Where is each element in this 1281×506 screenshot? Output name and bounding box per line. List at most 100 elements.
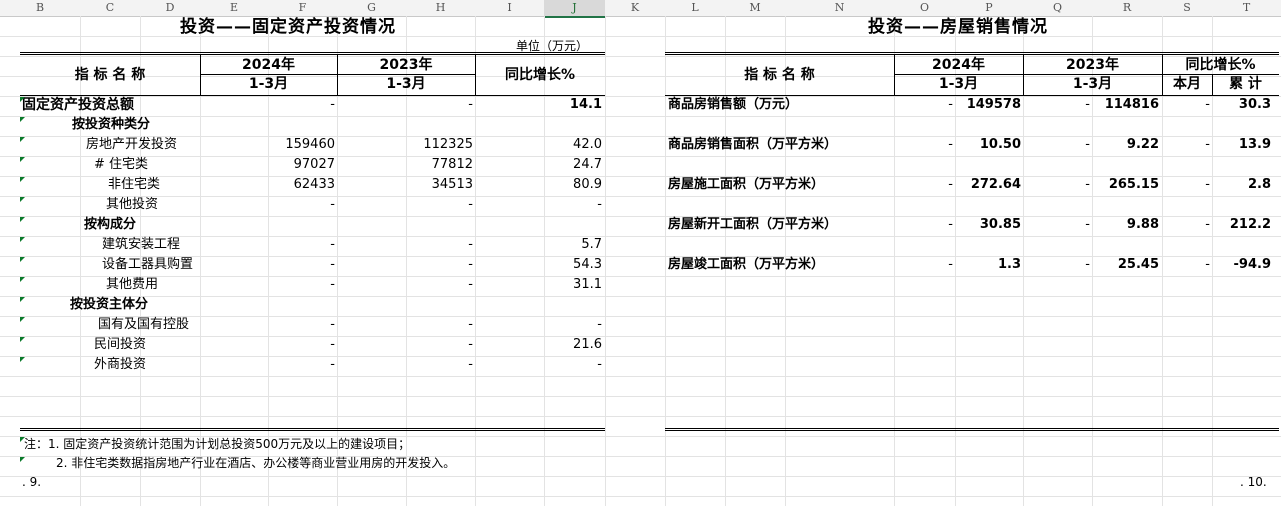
column-header-f[interactable]: F (268, 0, 337, 17)
left-row-label: 设备工器具购置 (102, 257, 194, 272)
left-row-2023: - (468, 97, 473, 112)
left-table-title: 投资——固定资产投资情况 (180, 17, 396, 37)
error-indicator-icon (20, 157, 25, 162)
left-header-2024-period: 1-3月 (248, 76, 289, 92)
left-row-2024: - (330, 197, 335, 212)
left-row-label: 国有及国有控股 (98, 317, 190, 332)
grid-vline (80, 16, 81, 506)
column-header-n[interactable]: N (785, 0, 894, 17)
grid-hline (0, 416, 1281, 417)
right-row-2024-month: - (948, 257, 953, 272)
left-row-label: 按投资种类分 (72, 117, 151, 132)
column-header-e[interactable]: E (200, 0, 268, 17)
left-row-growth: 42.0 (573, 137, 602, 152)
right-header-month: 本月 (1173, 76, 1201, 92)
left-row-2023: - (468, 237, 473, 252)
error-indicator-icon (20, 317, 25, 322)
left-row-2023: - (468, 337, 473, 352)
right-row-2024-month: - (948, 97, 953, 112)
left-row-label: 房地产开发投资 (86, 137, 178, 152)
column-header-m[interactable]: M (725, 0, 785, 17)
left-row-label: 外商投资 (94, 357, 147, 372)
right-header-top-rule (665, 52, 1279, 55)
left-row-growth: 31.1 (573, 277, 602, 292)
left-row-2024: 159460 (285, 137, 335, 152)
column-header-b[interactable]: B (0, 0, 80, 17)
spreadsheet-grid[interactable]: BCDEFGHIJKLMNOPQRST 投资——固定资产投资情况 单位（万元） … (0, 0, 1281, 506)
right-row-2024-cumulative: 10.50 (979, 137, 1021, 152)
column-header-t[interactable]: T (1212, 0, 1281, 17)
column-header-j[interactable]: J (544, 0, 605, 18)
right-row-2024-month: - (948, 177, 953, 192)
left-row-2024: - (330, 237, 335, 252)
grid-hline (0, 156, 1281, 157)
column-header-l[interactable]: L (665, 0, 725, 17)
left-row-2024: 62433 (293, 177, 335, 192)
column-header-d[interactable]: D (140, 0, 200, 17)
grid-hline (0, 356, 1281, 357)
left-row-growth: - (597, 357, 602, 372)
grid-vline (665, 16, 666, 506)
left-row-2023: - (468, 197, 473, 212)
left-row-label: # 住宅类 (94, 157, 149, 172)
error-indicator-icon (20, 177, 25, 182)
right-row-2024-cumulative: 1.3 (997, 257, 1021, 272)
grid-hline (0, 276, 1281, 277)
right-row-2023-month: - (1085, 257, 1090, 272)
error-indicator-icon (20, 257, 25, 262)
grid-hline (0, 236, 1281, 237)
right-row-2023-cumulative: 9.88 (1126, 217, 1159, 232)
right-row-2024-month: - (948, 137, 953, 152)
right-row-2024-cumulative: 149578 (966, 97, 1021, 112)
left-row-2023: - (468, 257, 473, 272)
right-row-2023-cumulative: 9.22 (1126, 137, 1159, 152)
left-header-top-rule (20, 52, 605, 55)
column-header-s[interactable]: S (1162, 0, 1212, 17)
error-indicator-icon (20, 457, 25, 462)
error-indicator-icon (20, 197, 25, 202)
right-row-growth-cumulative: -94.9 (1233, 257, 1271, 272)
column-header-k[interactable]: K (605, 0, 665, 17)
left-row-growth: 14.1 (569, 97, 602, 112)
right-row-label: 商品房销售面积（万平方米） (668, 137, 838, 152)
grid-hline (0, 476, 1281, 477)
left-row-2024: - (330, 277, 335, 292)
right-row-2023-month: - (1085, 177, 1090, 192)
right-header-cumulative: 累 计 (1229, 76, 1262, 92)
left-row-label: 其他投资 (106, 197, 159, 212)
column-header-c[interactable]: C (80, 0, 140, 17)
error-indicator-icon (20, 357, 25, 362)
right-row-2023-month: - (1085, 217, 1090, 232)
left-header-indicator: 指 标 名 称 (74, 67, 146, 83)
right-row-2023-month: - (1085, 97, 1090, 112)
column-header-r[interactable]: R (1092, 0, 1162, 17)
right-row-label: 商品房销售额（万元） (668, 97, 799, 112)
error-indicator-icon (20, 337, 25, 342)
right-header-2023: 2023年 (1066, 57, 1119, 73)
left-row-label: 按投资主体分 (70, 297, 149, 312)
column-header-q[interactable]: Q (1023, 0, 1092, 17)
grid-hline (0, 336, 1281, 337)
right-table-title: 投资——房屋销售情况 (868, 17, 1048, 37)
left-row-growth: 24.7 (573, 157, 602, 172)
column-header-g[interactable]: G (337, 0, 406, 17)
column-header-o[interactable]: O (894, 0, 955, 17)
right-header-2023-period: 1-3月 (1072, 76, 1113, 92)
column-header-p[interactable]: P (955, 0, 1023, 17)
grid-hline (0, 396, 1281, 397)
right-row-growth-cumulative: 13.9 (1238, 137, 1271, 152)
error-indicator-icon (20, 437, 25, 442)
column-header-h[interactable]: H (406, 0, 475, 17)
right-row-growth-cumulative: 30.3 (1238, 97, 1271, 112)
right-row-2024-month: - (948, 217, 953, 232)
left-row-2023: - (468, 317, 473, 332)
left-row-growth: 21.6 (573, 337, 602, 352)
right-footer-rule (665, 428, 1279, 431)
left-row-growth: - (597, 197, 602, 212)
left-row-2024: - (330, 337, 335, 352)
grid-hline (0, 196, 1281, 197)
left-row-label: 建筑安装工程 (102, 237, 181, 252)
page-number-left: . 9. (22, 475, 42, 489)
right-row-growth-month: - (1205, 177, 1210, 192)
column-header-i[interactable]: I (475, 0, 544, 17)
